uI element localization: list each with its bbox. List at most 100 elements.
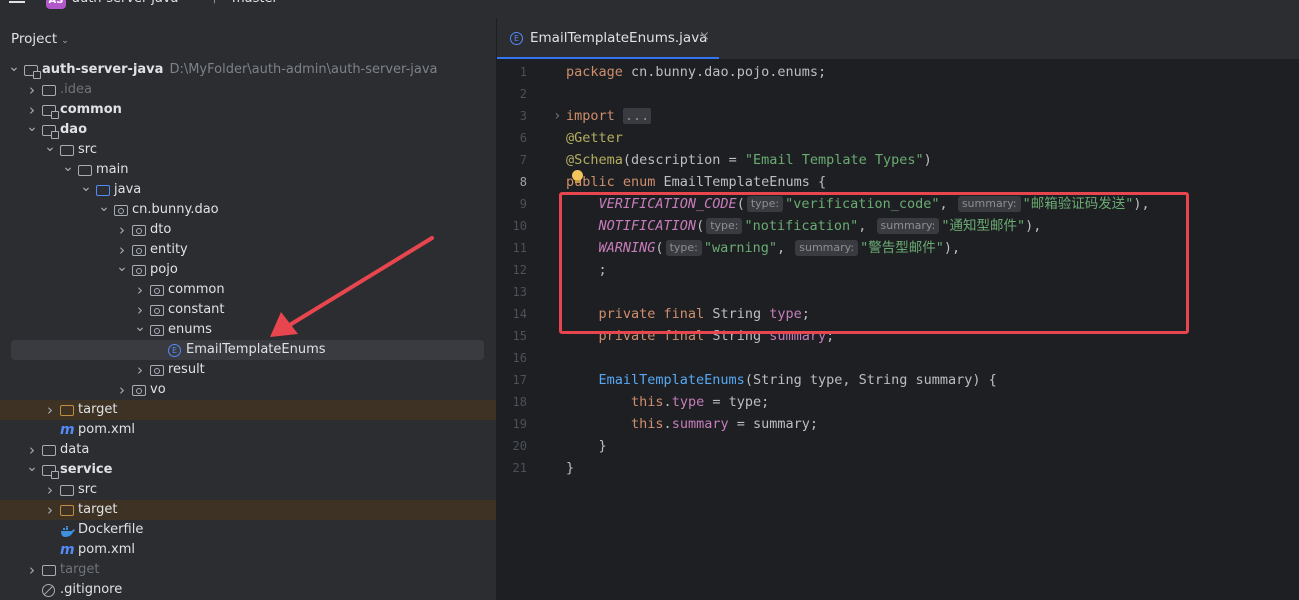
tree-item[interactable]: › .idea xyxy=(0,80,496,100)
active-tab-indicator xyxy=(497,57,719,59)
tree-item[interactable]: ⌄ src xyxy=(0,137,496,160)
tree-item[interactable]: › dto xyxy=(0,220,496,240)
chevron-down-icon[interactable]: ⌄ xyxy=(80,177,92,197)
code-line[interactable]: 17 EmailTemplateEnums(String type, Strin… xyxy=(497,369,1299,391)
code-text: this.summary = summary; xyxy=(631,416,818,432)
chevron-right-icon[interactable]: › xyxy=(134,280,146,300)
tree-item[interactable]: › target xyxy=(0,400,496,420)
project-view-selector[interactable]: Project ⌄ xyxy=(11,31,69,47)
tree-item[interactable]: › src xyxy=(0,480,496,500)
code-line[interactable]: 16 xyxy=(497,347,1299,369)
chevron-down-icon[interactable]: ⌄ xyxy=(98,197,110,217)
tree-item[interactable]: ⌄ dao xyxy=(0,117,496,140)
tree-item[interactable]: › target xyxy=(0,500,496,520)
fold-chevron-icon[interactable]: › xyxy=(553,105,561,127)
tree-item[interactable]: › vo xyxy=(0,380,496,400)
tab-email-template-enums[interactable]: E EmailTemplateEnums.java × xyxy=(497,18,719,59)
line-number: 1 xyxy=(519,65,527,79)
tree-item[interactable]: m pom.xml xyxy=(0,540,496,560)
folder-icon xyxy=(42,85,56,96)
project-tree[interactable]: ⌄ auth-server-java D:\MyFolder\auth-admin\… xyxy=(0,57,496,600)
chevron-right-icon[interactable]: › xyxy=(116,380,128,400)
tree-item-label: src xyxy=(78,480,97,500)
tree-item-name: target xyxy=(60,562,100,577)
maven-icon: m xyxy=(60,542,75,558)
tree-item-name: pom.xml xyxy=(78,542,135,557)
project-switcher[interactable]: auth-server-java xyxy=(72,0,178,6)
tree-item[interactable]: ⌄ auth-server-java D:\MyFolder\auth-admin\… xyxy=(0,57,496,80)
tree-item[interactable]: › entity xyxy=(0,240,496,260)
tree-item[interactable]: E EmailTemplateEnums xyxy=(11,340,484,360)
tree-item-name: target xyxy=(78,502,118,517)
tree-item[interactable]: ⌄ cn.bunny.dao xyxy=(0,197,496,220)
excluded-folder-icon xyxy=(60,405,74,416)
chevron-right-icon[interactable]: › xyxy=(116,220,128,240)
chevron-right-icon[interactable]: › xyxy=(26,80,38,100)
code-line[interactable]: 6 @Getter xyxy=(497,127,1299,149)
tree-item-label: java xyxy=(114,180,141,200)
tree-item-name: common xyxy=(60,102,122,117)
tree-item[interactable]: ⌄ service xyxy=(0,457,496,480)
folder-icon xyxy=(42,565,56,576)
chevron-down-icon[interactable]: ⌄ xyxy=(116,257,128,277)
code-line[interactable]: 8 public enum EmailTemplateEnums { xyxy=(497,171,1299,193)
package-icon xyxy=(114,205,128,216)
line-number: 9 xyxy=(519,197,527,211)
code-line[interactable]: 7 @Schema(description = "Email Template T… xyxy=(497,149,1299,171)
code-line[interactable]: 1 package cn.bunny.dao.pojo.enums; xyxy=(497,61,1299,83)
line-number: 6 xyxy=(519,131,527,145)
chevron-right-icon[interactable]: › xyxy=(44,500,56,520)
chevron-down-icon[interactable]: ⌄ xyxy=(62,157,74,177)
module-folder-icon xyxy=(24,65,41,79)
annotation-highlight-box xyxy=(559,192,1189,334)
tree-item[interactable]: ⌄ enums xyxy=(0,317,496,340)
tree-item-name: auth-server-java xyxy=(42,62,164,77)
tree-item[interactable]: › target xyxy=(0,560,496,580)
chevron-down-icon[interactable]: ⌄ xyxy=(8,57,20,77)
tree-item[interactable]: .gitignore xyxy=(0,580,496,600)
chevron-right-icon[interactable]: › xyxy=(26,560,38,580)
excluded-folder-icon xyxy=(60,505,74,516)
main-menu-icon[interactable] xyxy=(9,0,25,8)
code-line[interactable]: 2 xyxy=(497,83,1299,105)
tree-item[interactable]: › common xyxy=(0,100,496,120)
tree-item[interactable]: › data xyxy=(0,440,496,460)
line-number: 2 xyxy=(519,87,527,101)
code-line[interactable]: 21} xyxy=(497,457,1299,479)
tree-item-name: entity xyxy=(150,242,188,257)
tree-item[interactable]: ⌄ pojo xyxy=(0,257,496,280)
tree-item-label: target xyxy=(60,560,100,580)
line-number: 13 xyxy=(512,285,527,299)
tree-item-name: target xyxy=(78,402,118,417)
chevron-down-icon[interactable]: ⌄ xyxy=(134,317,146,337)
chevron-down-icon[interactable]: ⌄ xyxy=(44,137,56,157)
close-icon[interactable]: × xyxy=(699,29,710,44)
title-bar: AS auth-server-java ᚴ master xyxy=(0,0,1299,18)
tree-item[interactable]: › constant xyxy=(0,300,496,320)
chevron-down-icon[interactable]: ⌄ xyxy=(26,457,38,477)
tree-item[interactable]: › common xyxy=(0,280,496,300)
chevron-down-icon[interactable]: ⌄ xyxy=(26,117,38,137)
chevron-right-icon[interactable]: › xyxy=(44,400,56,420)
tree-item-label: data xyxy=(60,440,89,460)
tree-item-label: common xyxy=(168,280,225,300)
folder-icon xyxy=(60,485,74,496)
project-badge[interactable]: AS xyxy=(46,0,66,9)
code-line[interactable]: 19 this.summary = summary; xyxy=(497,413,1299,435)
chevron-right-icon[interactable]: › xyxy=(134,360,146,380)
package-icon xyxy=(150,305,164,316)
code-line[interactable]: 20 } xyxy=(497,435,1299,457)
package-icon xyxy=(132,225,146,236)
code-line[interactable]: 18 this.type = type; xyxy=(497,391,1299,413)
tree-item[interactable]: Dockerfile xyxy=(0,520,496,540)
package-icon xyxy=(132,385,146,396)
branch-switcher[interactable]: master xyxy=(232,0,278,6)
tree-item[interactable]: ⌄ java xyxy=(0,177,496,200)
tree-item[interactable]: ⌄ main xyxy=(0,157,496,180)
chevron-right-icon[interactable]: › xyxy=(44,480,56,500)
tree-item[interactable]: m pom.xml xyxy=(0,420,496,440)
lightbulb-icon[interactable] xyxy=(572,170,583,183)
tree-item[interactable]: › result xyxy=(0,360,496,380)
code-line[interactable]: 3 › import ... xyxy=(497,105,1299,127)
module-path: D:\MyFolder\auth-admin\auth-server-java xyxy=(169,62,438,77)
